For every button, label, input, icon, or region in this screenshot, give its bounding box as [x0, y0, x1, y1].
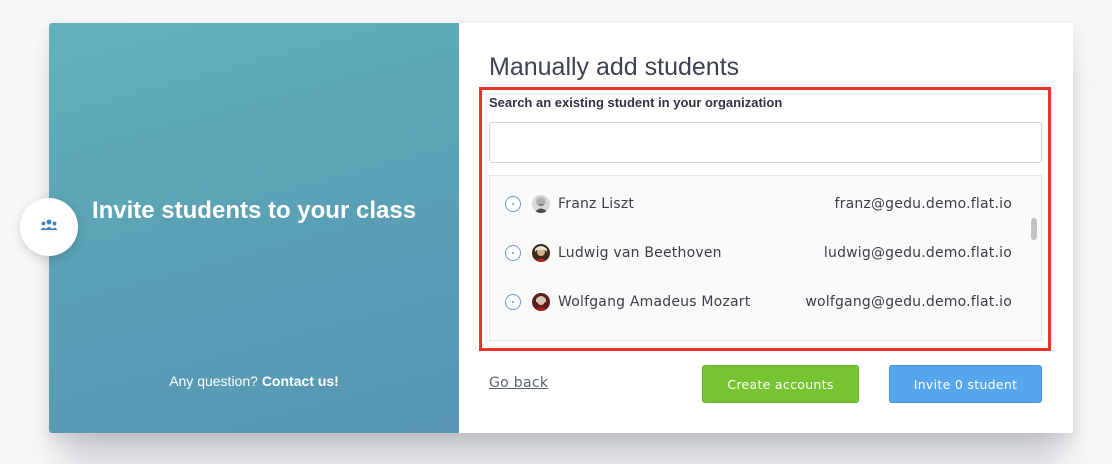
invite-banner: Invite students to your class Any questi… [49, 23, 459, 433]
class-badge [20, 198, 78, 256]
create-accounts-button[interactable]: Create accounts [702, 365, 859, 403]
people-group-icon [40, 218, 58, 236]
contact-link[interactable]: Contact us! [262, 373, 339, 389]
invite-students-card: Invite students to your class Any questi… [49, 23, 1073, 433]
highlight-frame [479, 87, 1051, 351]
contact-line: Any question? Contact us! [49, 373, 459, 389]
go-back-link[interactable]: Go back [489, 375, 548, 391]
question-text: Any question? [169, 373, 262, 389]
invite-button[interactable]: Invite 0 student [889, 365, 1042, 403]
page-title: Manually add students [489, 53, 740, 81]
banner-title: Invite students to your class [91, 197, 417, 224]
